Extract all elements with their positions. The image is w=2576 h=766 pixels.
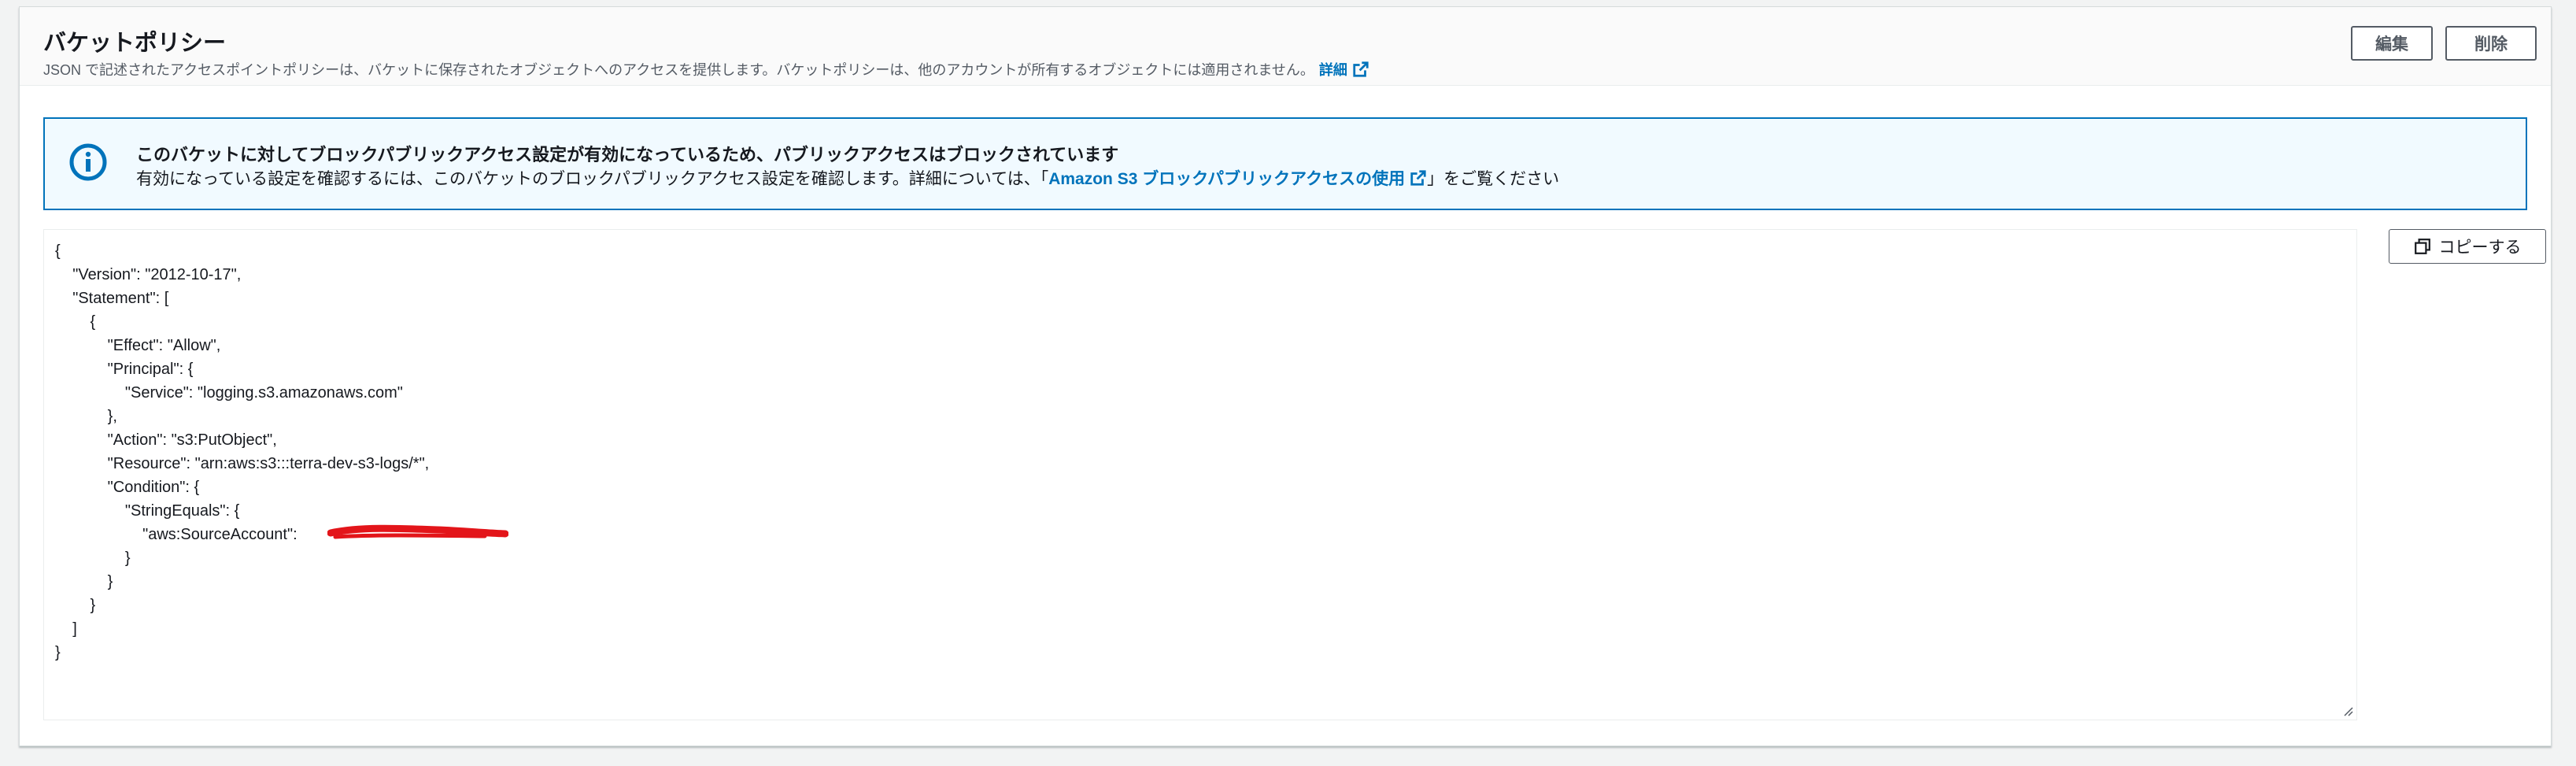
details-link-label: 詳細 xyxy=(1318,62,1347,78)
panel-description: JSON で記述されたアクセスポイントポリシーは、バケットに保存されたオブジェク… xyxy=(43,59,1369,80)
bucket-policy-panel: バケットポリシー JSON で記述されたアクセスポイントポリシーは、バケットに保… xyxy=(19,6,2552,746)
info-circle-icon xyxy=(69,143,107,181)
resize-handle-icon[interactable] xyxy=(2342,705,2353,716)
copy-button-label: コピーする xyxy=(2438,239,2522,257)
redaction-mark xyxy=(327,524,508,539)
alert-body-prefix: 有効になっている設定を確認するには、このバケットのブロックパブリックアクセス設定… xyxy=(136,170,1049,188)
panel-header: バケットポリシー JSON で記述されたアクセスポイントポリシーは、バケットに保… xyxy=(20,7,2551,86)
alert-title: このバケットに対してブロックパブリックアクセス設定が有効になっているため、パブリ… xyxy=(136,145,1119,165)
alert-body: 有効になっている設定を確認するには、このバケットのブロックパブリックアクセス設定… xyxy=(136,166,1559,190)
page-title: バケットポリシー xyxy=(43,31,227,56)
block-public-access-alert: このバケットに対してブロックパブリックアクセス設定が有効になっているため、パブリ… xyxy=(43,117,2527,210)
description-text: JSON で記述されたアクセスポイントポリシーは、バケットに保存されたオブジェク… xyxy=(43,62,1314,78)
delete-button[interactable]: 削除 xyxy=(2445,26,2537,61)
details-link[interactable]: 詳細 xyxy=(1319,59,1369,80)
policy-json-text: { "Version": "2012-10-17", "Statement": … xyxy=(55,242,430,661)
edit-button[interactable]: 編集 xyxy=(2351,26,2433,61)
alert-link-label: Amazon S3 ブロックパブリックアクセスの使用 xyxy=(1048,170,1406,188)
alert-body-suffix: 」をご覧ください xyxy=(1427,170,1560,188)
policy-json-viewer[interactable]: { "Version": "2012-10-17", "Statement": … xyxy=(43,229,2357,720)
copy-icon xyxy=(2414,239,2430,254)
copy-button[interactable]: コピーする xyxy=(2389,229,2546,264)
external-link-icon xyxy=(1353,61,1369,77)
block-public-access-doc-link[interactable]: Amazon S3 ブロックパブリックアクセスの使用 xyxy=(1048,166,1427,190)
external-link-icon xyxy=(1410,170,1426,186)
